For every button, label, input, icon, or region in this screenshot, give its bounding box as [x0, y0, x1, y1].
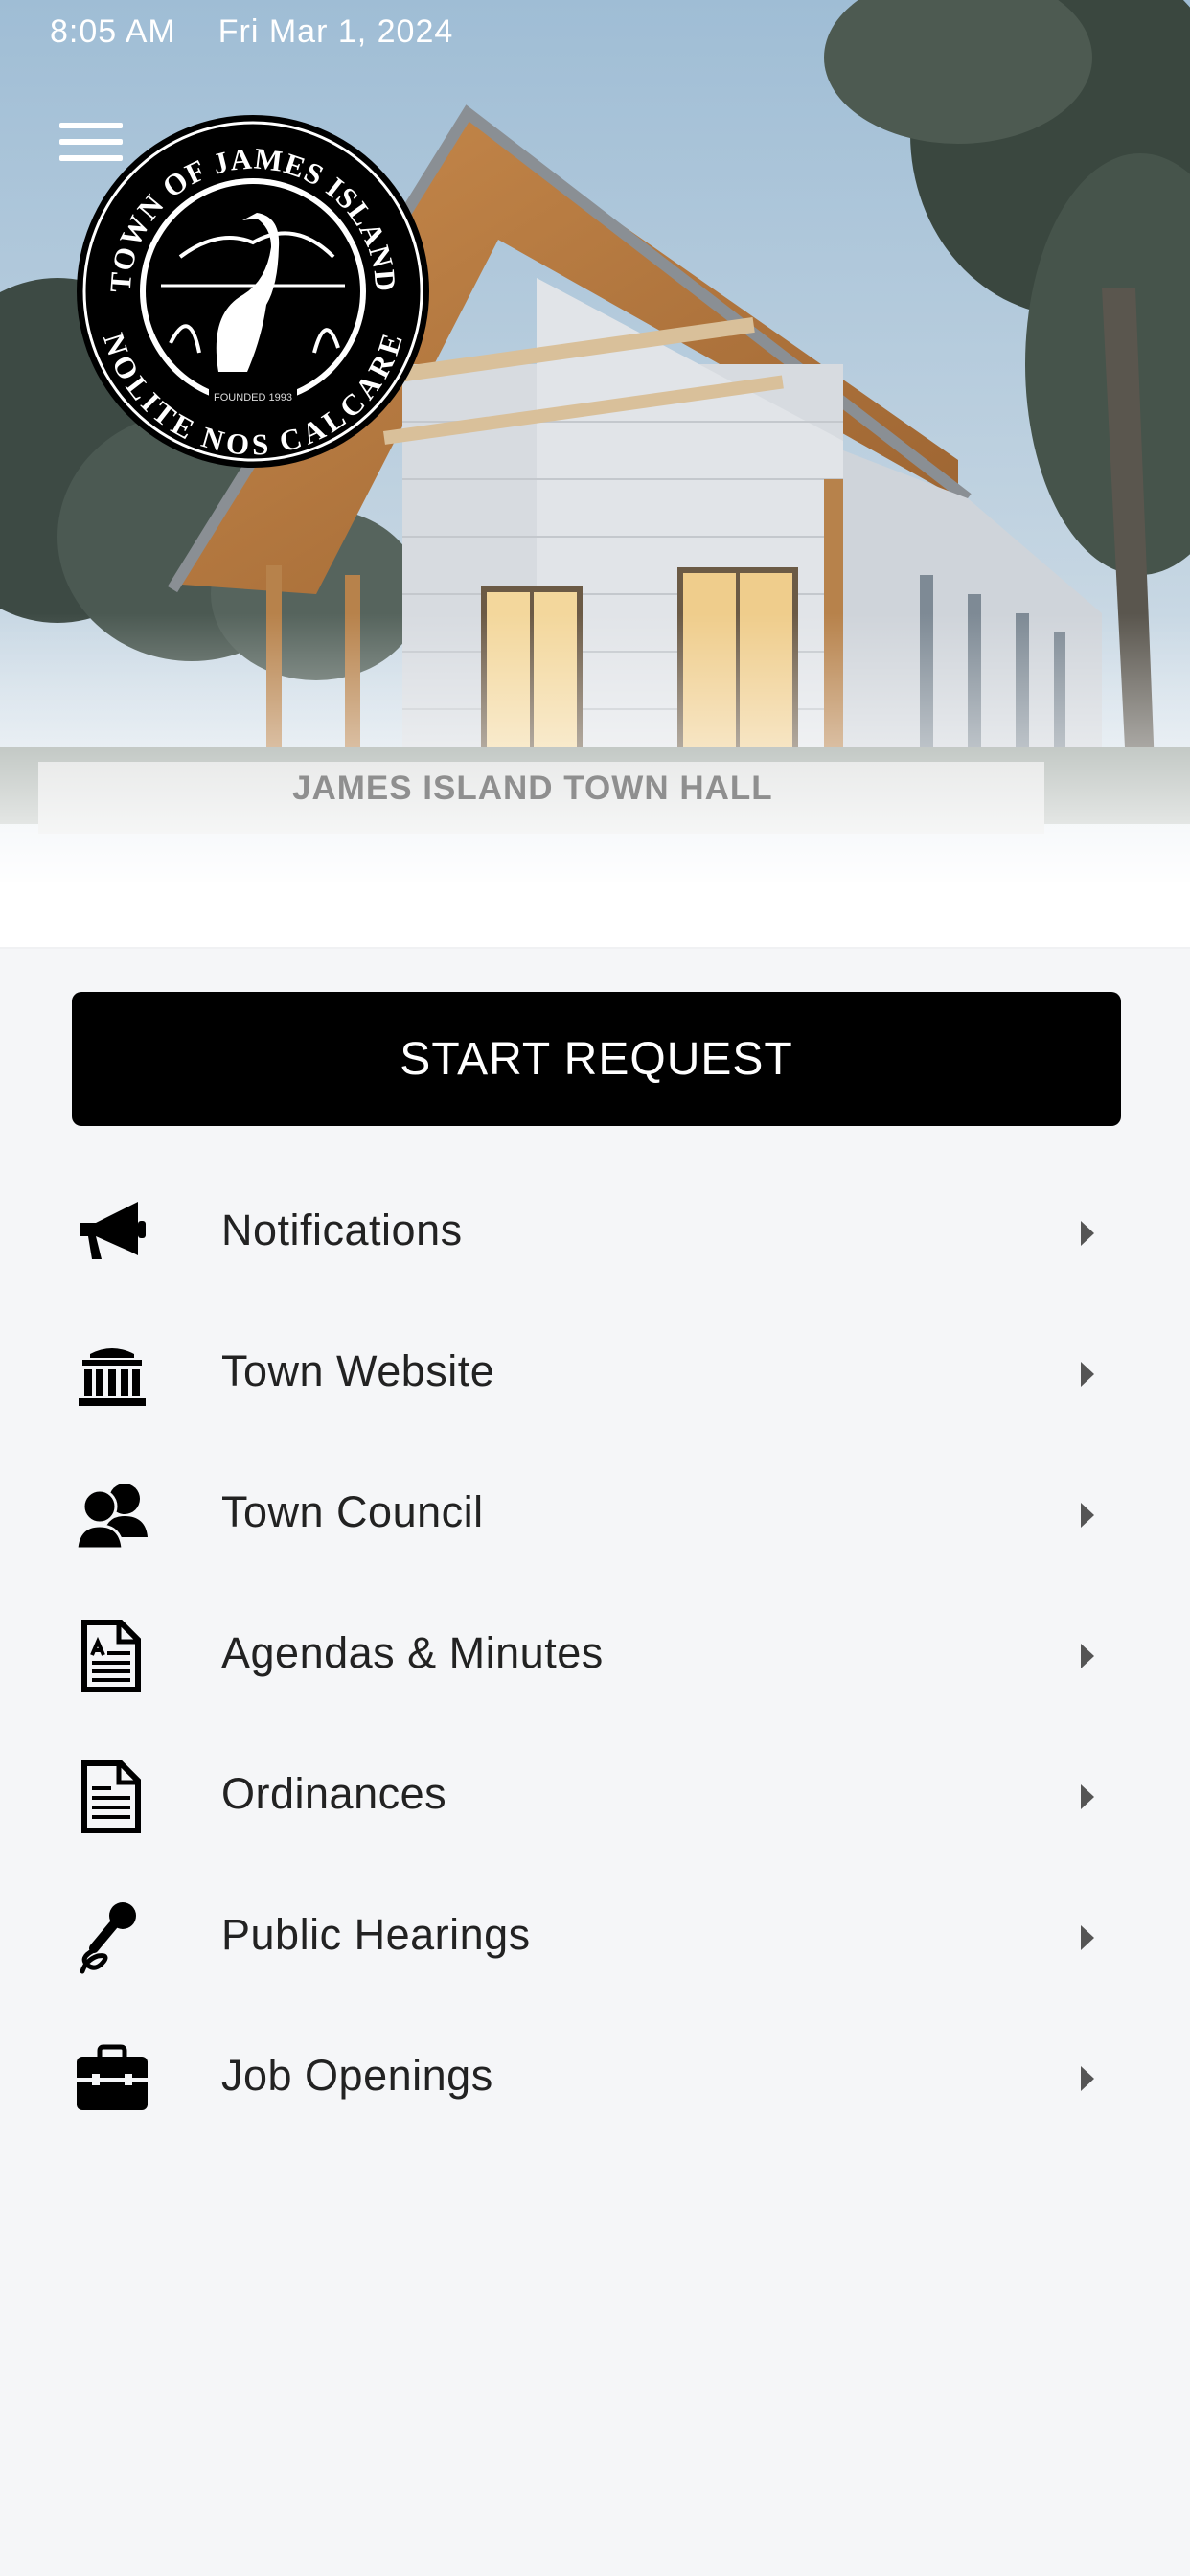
menu-item-agendas-minutes[interactable]: Agendas & Minutes: [0, 1584, 1190, 1725]
menu-item-label: Ordinances: [221, 1769, 447, 1818]
chevron-right-icon: [1081, 1503, 1094, 1528]
menu-item-town-website[interactable]: Town Website: [0, 1302, 1190, 1443]
megaphone-icon: [80, 1202, 146, 1259]
building-sign: JAMES ISLAND TOWN HALL: [292, 770, 773, 807]
hero-banner: JAMES ISLAND TOWN HALL 8:05 AM Fri Mar 1…: [0, 0, 1190, 949]
menu-item-label: Public Hearings: [221, 1910, 531, 1959]
document-icon: [81, 1620, 141, 1692]
status-bar: 8:05 AM Fri Mar 1, 2024: [50, 13, 453, 51]
menu-item-public-hearings[interactable]: Public Hearings: [0, 1866, 1190, 2007]
town-seal-logo: FOUNDED 1993 TOWN OF JAMES ISLAND NOLITE…: [77, 115, 429, 468]
menu-item-label: Job Openings: [221, 2051, 493, 2100]
menu-item-town-council[interactable]: Town Council: [0, 1443, 1190, 1584]
status-date: Fri Mar 1, 2024: [217, 13, 454, 50]
seal-founded: FOUNDED 1993: [214, 392, 292, 403]
menu-item-label: Town Website: [221, 1346, 495, 1395]
briefcase-icon: [77, 2044, 148, 2110]
menu-item-label: Town Council: [221, 1487, 484, 1536]
menu-item-job-openings[interactable]: Job Openings: [0, 2007, 1190, 2148]
chevron-right-icon: [1081, 1221, 1094, 1246]
chevron-right-icon: [1081, 1644, 1094, 1668]
hamburger-menu-icon[interactable]: [59, 123, 123, 167]
menu-item-label: Agendas & Minutes: [221, 1628, 604, 1677]
menu-item-ordinances[interactable]: Ordinances: [0, 1725, 1190, 1866]
building-icon: [79, 1348, 146, 1406]
chevron-right-icon: [1081, 1784, 1094, 1809]
chevron-right-icon: [1081, 1925, 1094, 1950]
menu-list: Notifications Town Website Town Council: [0, 1162, 1190, 2148]
menu-item-label: Notifications: [221, 1206, 463, 1254]
status-time: 8:05 AM: [50, 13, 176, 50]
people-icon: [75, 1484, 148, 1551]
document-lines-icon: [81, 1760, 141, 1833]
menu-item-notifications[interactable]: Notifications: [0, 1162, 1190, 1302]
start-request-button[interactable]: START REQUEST: [72, 992, 1121, 1126]
chevron-right-icon: [1081, 2066, 1094, 2091]
chevron-right-icon: [1081, 1362, 1094, 1387]
microphone-icon: [80, 1902, 136, 1974]
